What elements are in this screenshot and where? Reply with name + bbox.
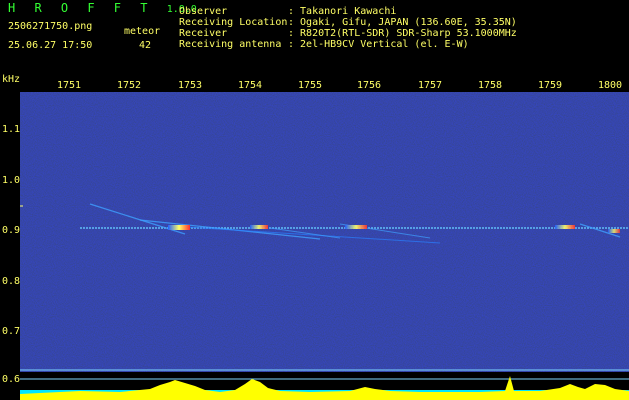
time-tick-1800: 1800 xyxy=(597,80,623,91)
app-title: H R O F F T 1.0.0 xyxy=(8,2,197,16)
noise-texture xyxy=(20,92,629,372)
time-tick-1753: 1753 xyxy=(177,80,203,91)
time-tick-1755: 1755 xyxy=(297,80,323,91)
datetime: 25.06.27 17:50 xyxy=(8,40,93,51)
filename: 2506271750.png xyxy=(8,21,93,32)
time-tick-1751: 1751 xyxy=(56,80,82,91)
freq-tick-0.6: 0.6 xyxy=(2,374,21,385)
freq-tick-0.9: 0.9 xyxy=(2,225,21,236)
meteor-head-5 xyxy=(608,229,620,233)
freq-tick-1.1: 1.1 xyxy=(2,124,21,135)
activity-histogram xyxy=(20,376,629,400)
meteor-label: meteor xyxy=(124,26,161,37)
meteor-head-4 xyxy=(555,225,575,229)
hroffft-window: H R O F F T 1.0.0 2506271750.png 25.06.2… xyxy=(0,0,629,400)
freq-tick-1.0: 1.0 xyxy=(2,175,21,186)
freq-tick-0.8: 0.8 xyxy=(2,276,21,287)
spectrogram xyxy=(20,92,629,400)
time-tick-1754: 1754 xyxy=(237,80,263,91)
time-tick-1757: 1757 xyxy=(417,80,443,91)
meteor-count: 42 xyxy=(139,40,152,51)
meteor-head-1 xyxy=(168,225,190,230)
app-title-text: H R O F F T xyxy=(8,1,154,15)
time-tick-1756: 1756 xyxy=(356,80,382,91)
y-axis-unit: kHz xyxy=(2,74,21,85)
info-value-antenna: : 2el-HB9CV Vertical (el. E-W) xyxy=(288,39,469,50)
meteor-head-2 xyxy=(250,225,268,229)
info-label-antenna: Receiving antenna xyxy=(179,39,282,50)
time-tick-1758: 1758 xyxy=(477,80,503,91)
time-tick-1759: 1759 xyxy=(537,80,563,91)
meteor-head-3 xyxy=(345,225,367,229)
freq-tick-0.7: 0.7 xyxy=(2,326,21,337)
time-tick-1752: 1752 xyxy=(116,80,142,91)
